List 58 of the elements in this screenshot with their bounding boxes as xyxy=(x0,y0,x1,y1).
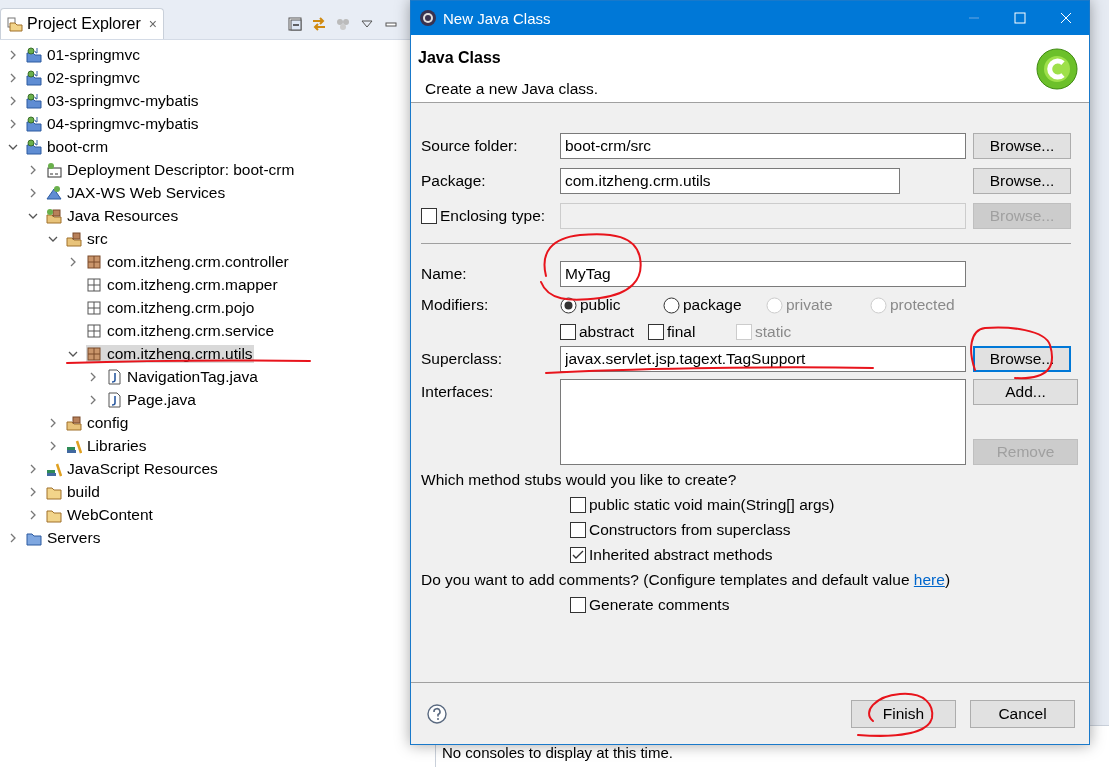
project-explorer-tab[interactable]: Project Explorer × xyxy=(0,8,164,39)
tree-item[interactable]: config xyxy=(66,413,130,432)
tree-item[interactable]: 02-springmvc xyxy=(26,68,142,87)
tree-item[interactable]: boot-crm xyxy=(26,137,110,156)
window-title: New Java Class xyxy=(443,9,551,27)
header-title: Java Class xyxy=(418,49,502,67)
field-label: Superclass: xyxy=(421,350,502,368)
tree-item[interactable]: Servers xyxy=(26,528,102,547)
radio-label: private xyxy=(786,296,833,314)
checkbox-label: Inherited abstract methods xyxy=(589,545,773,564)
checkbox-label: Enclosing type: xyxy=(440,206,546,225)
console-message: No consoles to display at this time. xyxy=(442,744,673,763)
browse-button[interactable]: Browse... xyxy=(973,167,1071,194)
checkbox-label: final xyxy=(667,322,696,341)
stubs-question: Which method stubs would you like to create? xyxy=(421,470,737,489)
browse-button[interactable]: Browse... xyxy=(973,132,1071,159)
tree-item[interactable]: com.itzheng.crm.pojo xyxy=(86,298,256,317)
cancel-button[interactable]: Cancel xyxy=(970,699,1075,728)
tree-item[interactable]: Libraries xyxy=(66,436,148,455)
checkbox-label: Generate comments xyxy=(589,595,730,614)
tree-item[interactable]: Page.java xyxy=(106,390,197,409)
tree-item[interactable]: 04-springmvc-mybatis xyxy=(26,114,200,133)
tree-item[interactable]: 01-springmvc xyxy=(26,45,142,64)
text-field[interactable]: MyTag xyxy=(560,260,966,287)
tree-item[interactable]: com.itzheng.crm.controller xyxy=(86,252,290,271)
field-label: Name: xyxy=(421,264,467,283)
text-field[interactable]: javax.servlet.jsp.tagext.TagSupport xyxy=(560,346,966,372)
radio-label: protected xyxy=(890,296,955,314)
tree-item[interactable]: build xyxy=(46,482,101,501)
checkbox-label: abstract xyxy=(579,322,635,341)
tree-item[interactable]: Deployment Descriptor: boot-crm xyxy=(46,160,296,179)
tree-item[interactable]: 03-springmvc-mybatis xyxy=(26,91,200,110)
field-label: Modifiers: xyxy=(421,296,489,314)
field-label: Interfaces: xyxy=(421,382,494,401)
close-tab-button[interactable]: × xyxy=(148,16,157,32)
tree-item[interactable]: JAX-WS Web Services xyxy=(46,183,227,202)
radio-label: public xyxy=(580,296,621,314)
tree-item[interactable]: NavigationTag.java xyxy=(106,367,259,386)
tree-item[interactable]: com.itzheng.crm.mapper xyxy=(86,275,279,294)
field-label: Package: xyxy=(421,171,486,190)
templates-link[interactable]: here xyxy=(913,570,945,588)
text-field[interactable]: boot-crm/src xyxy=(560,132,966,159)
tree-item[interactable]: src xyxy=(66,229,109,248)
tree-item[interactable]: com.itzheng.crm.utils xyxy=(86,344,254,363)
checkbox-label: Constructors from superclass xyxy=(589,520,791,539)
comments-question: Do you want to add comments? (Configure templates and default value here) xyxy=(421,570,951,589)
field-label: Source folder: xyxy=(421,136,518,155)
add-button[interactable]: Add... xyxy=(973,379,1078,405)
header-message: Create a new Java class. xyxy=(424,80,599,98)
tree-item[interactable]: com.itzheng.crm.service xyxy=(86,321,276,340)
checkbox-label: public static void main(String[] args) xyxy=(589,495,835,514)
tree-item[interactable]: WebContent xyxy=(46,505,154,524)
radio-label: package xyxy=(683,296,742,314)
checkbox-label: static xyxy=(755,322,792,341)
finish-button[interactable]: Finish xyxy=(851,699,956,728)
tree-item[interactable]: JavaScript Resources xyxy=(46,459,219,478)
text-field[interactable]: com.itzheng.crm.utils xyxy=(560,167,900,194)
tree-item[interactable]: Java Resources xyxy=(46,206,180,225)
